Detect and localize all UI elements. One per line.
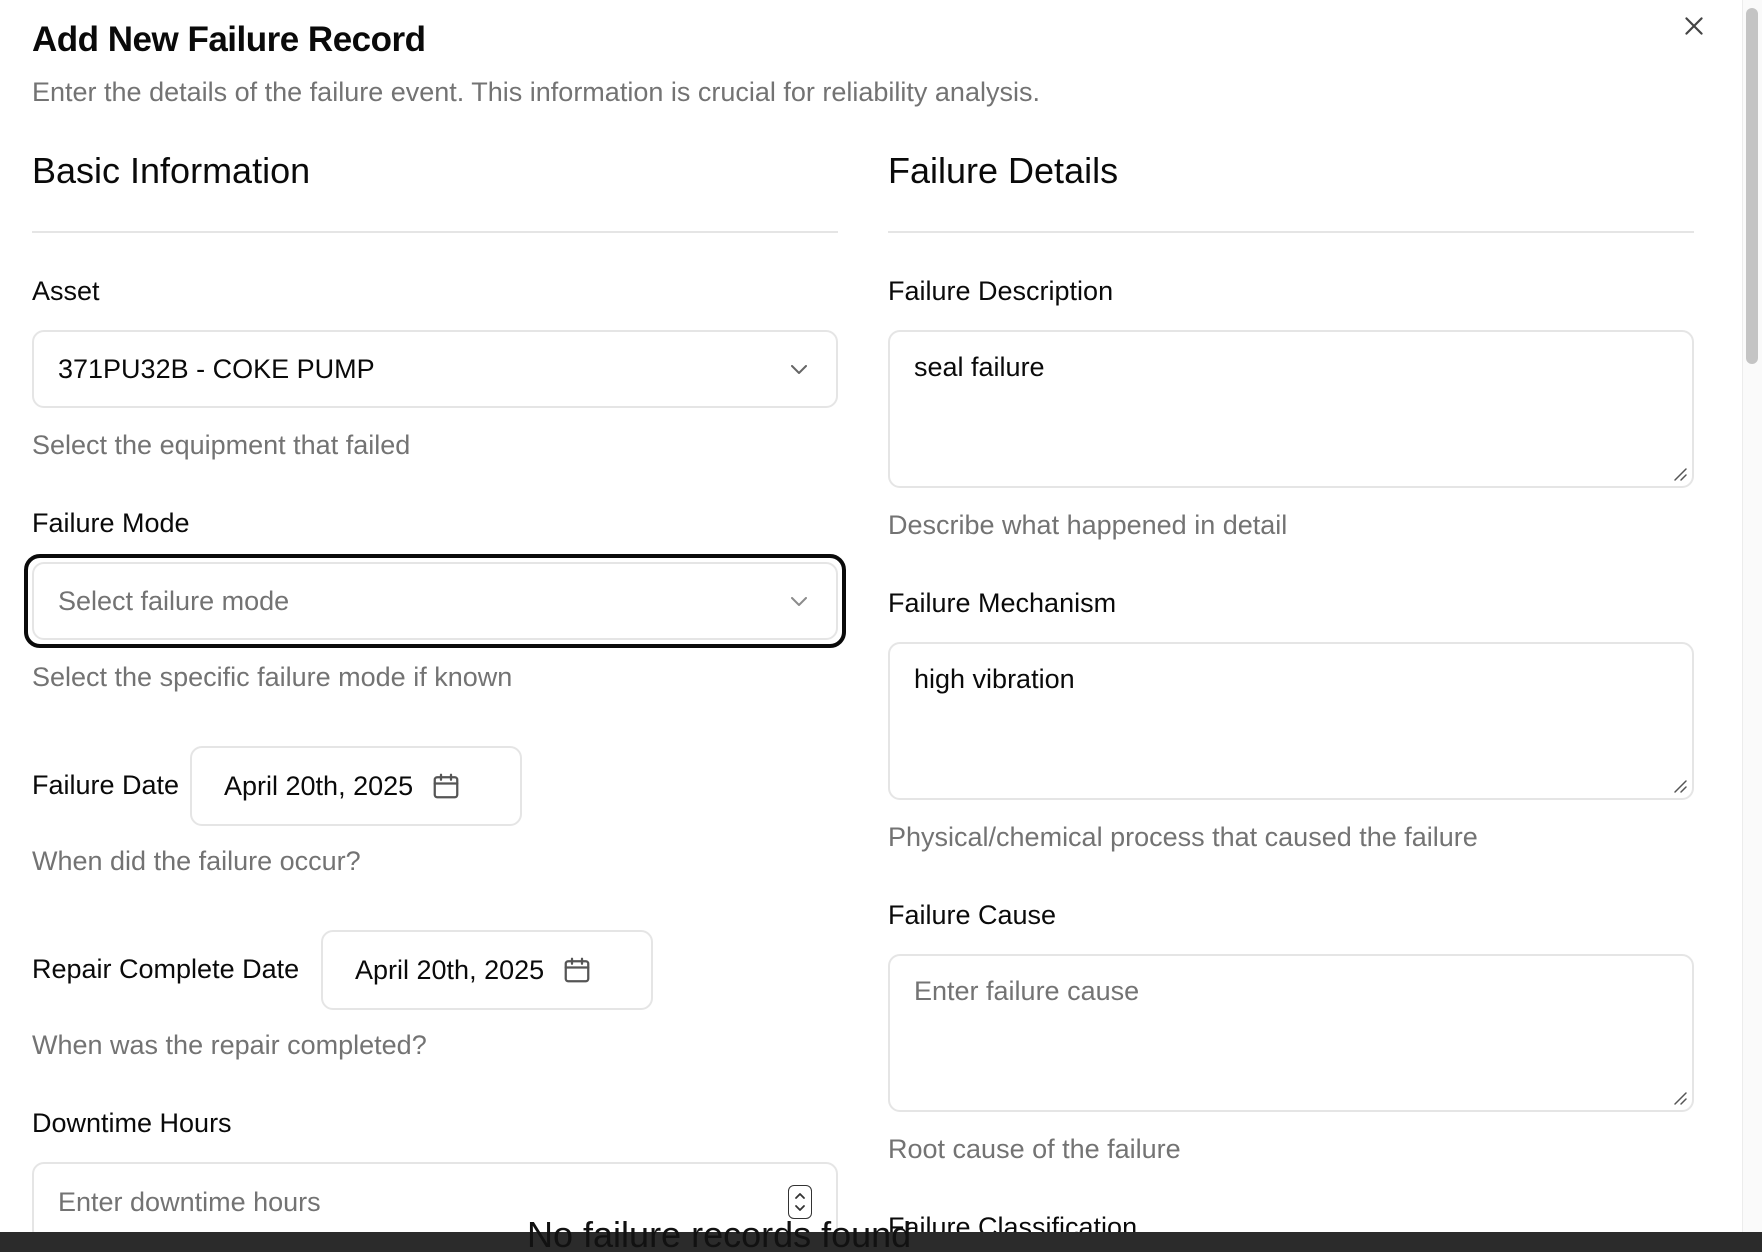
chevron-down-icon [786, 356, 812, 382]
failure-mode-select[interactable]: Select failure mode [32, 562, 838, 640]
scrollbar-thumb[interactable] [1746, 8, 1758, 364]
failure-mode-placeholder: Select failure mode [58, 585, 290, 616]
asset-label: Asset [32, 276, 100, 306]
failure-mode-label: Failure Mode [32, 508, 190, 538]
failure-classification-label: Failure Classification [888, 1212, 1138, 1232]
dialog-description: Enter the details of the failure event. … [32, 77, 1040, 107]
failure-description-textarea[interactable]: seal failure [888, 330, 1694, 488]
section-title-basic-information: Basic Information [32, 150, 311, 191]
failure-description-hint: Describe what happened in detail [888, 510, 1288, 540]
failure-record-dialog: Add New Failure Record Enter the details… [0, 0, 1742, 1232]
resize-handle-icon[interactable] [1672, 778, 1688, 794]
calendar-icon [433, 773, 459, 799]
failure-cause-hint: Root cause of the failure [888, 1134, 1181, 1164]
chevron-down-icon [786, 588, 812, 614]
section-divider [32, 231, 838, 233]
close-icon [1685, 17, 1703, 35]
failure-cause-label: Failure Cause [888, 900, 1057, 930]
repair-complete-date-value: April 20th, 2025 [355, 954, 545, 985]
failure-mechanism-textarea[interactable]: high vibration [888, 642, 1694, 800]
repair-complete-date-hint: When was the repair completed? [32, 1030, 427, 1060]
failure-date-value: April 20th, 2025 [224, 770, 414, 801]
section-divider [888, 231, 1694, 233]
failure-cause-placeholder: Enter failure cause [914, 976, 1140, 1006]
failure-date-label: Failure Date [32, 770, 180, 800]
failure-description-label: Failure Description [888, 276, 1114, 306]
failure-mechanism-value: high vibration [914, 664, 1075, 694]
resize-handle-icon[interactable] [1672, 1090, 1688, 1106]
failure-cause-textarea[interactable]: Enter failure cause [888, 954, 1694, 1112]
section-title-failure-details: Failure Details [888, 150, 1119, 191]
dialog-title: Add New Failure Record [32, 20, 426, 59]
failure-description-value: seal failure [914, 352, 1045, 382]
repair-complete-date-label: Repair Complete Date [32, 954, 300, 984]
repair-complete-date-picker[interactable]: April 20th, 2025 [321, 930, 653, 1010]
asset-select[interactable]: 371PU32B - COKE PUMP [32, 330, 838, 408]
asset-hint: Select the equipment that failed [32, 430, 411, 460]
calendar-icon [564, 957, 590, 983]
downtime-hours-placeholder: Enter downtime hours [58, 1186, 321, 1217]
failure-mode-hint: Select the specific failure mode if know… [32, 662, 513, 692]
resize-handle-icon[interactable] [1672, 466, 1688, 482]
failure-mechanism-hint: Physical/chemical process that caused th… [888, 822, 1478, 852]
asset-select-value: 371PU32B - COKE PUMP [58, 353, 375, 384]
downtime-hours-label: Downtime Hours [32, 1108, 232, 1138]
close-button[interactable] [1676, 8, 1712, 44]
empty-state-text: No failure records found [527, 1214, 912, 1255]
failure-date-picker[interactable]: April 20th, 2025 [190, 746, 522, 826]
failure-mechanism-label: Failure Mechanism [888, 588, 1117, 618]
failure-date-hint: When did the failure occur? [32, 846, 361, 876]
